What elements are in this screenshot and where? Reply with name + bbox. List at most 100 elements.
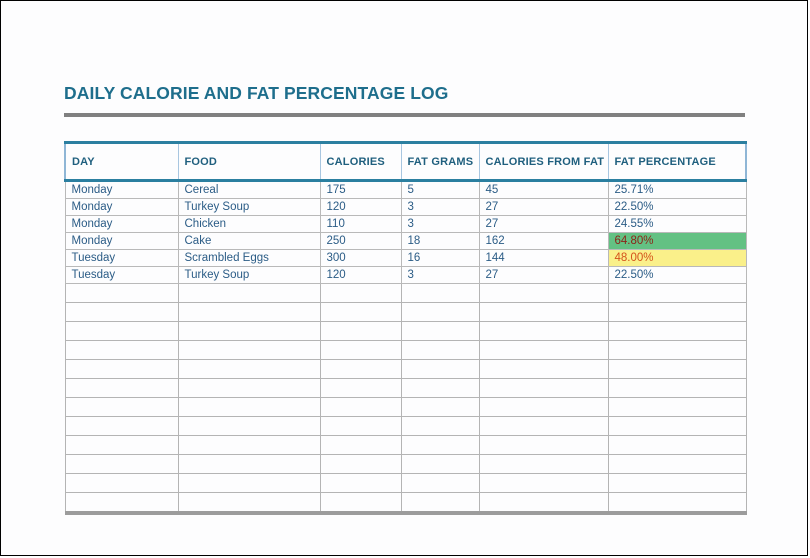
cell-day: Tuesday [64,249,179,267]
cell-empty [478,340,609,360]
cell-calories: 120 [319,198,402,216]
table-row-empty [64,321,747,341]
cell-fat-grams: 5 [400,180,480,199]
cell-empty [64,340,179,360]
cell-fat-grams: 16 [400,249,480,267]
column-header-day: DAY [64,141,179,182]
cell-empty [400,283,480,303]
cell-empty [64,302,179,322]
cell-empty [64,397,179,417]
cell-empty [607,283,747,303]
cell-empty [319,283,402,303]
cell-empty [64,283,179,303]
cell-empty [478,435,609,455]
cell-calories-from-fat: 144 [478,249,609,267]
cell-empty [607,416,747,436]
cell-empty [478,454,609,474]
cell-food: Cake [177,232,321,250]
cell-fat-grams: 3 [400,215,480,233]
table-header-row: DAY FOOD CALORIES FAT GRAMS CALORIES FRO… [64,141,747,182]
cell-fat-percentage: 24.55% [607,215,747,233]
column-header-calories: CALORIES [319,141,402,182]
cell-calories-from-fat: 162 [478,232,609,250]
cell-empty [64,359,179,379]
cell-empty [177,302,321,322]
cell-empty [319,492,402,515]
cell-empty [319,359,402,379]
cell-fat-grams: 18 [400,232,480,250]
table-row-empty [64,340,747,360]
title-divider-rule [64,113,745,117]
column-header-calories-from-fat: CALORIES FROM FAT [478,141,609,182]
cell-empty [319,473,402,493]
cell-empty [177,378,321,398]
daily-calorie-fat-log-table: DAY FOOD CALORIES FAT GRAMS CALORIES FRO… [64,141,747,515]
cell-empty [478,359,609,379]
cell-empty [607,454,747,474]
cell-empty [319,397,402,417]
cell-empty [400,416,480,436]
cell-empty [607,492,747,515]
cell-fat-percentage: 25.71% [607,180,747,199]
table-row-empty [64,397,747,417]
cell-empty [177,283,321,303]
cell-empty [607,321,747,341]
cell-empty [319,435,402,455]
cell-empty [478,321,609,341]
table-row-empty [64,454,747,474]
table-header: DAY FOOD CALORIES FAT GRAMS CALORIES FRO… [64,141,747,182]
cell-empty [400,454,480,474]
table-row-empty [64,492,747,515]
cell-empty [64,473,179,493]
cell-empty [64,378,179,398]
cell-empty [607,397,747,417]
table-row-empty [64,473,747,493]
column-header-fat-grams: FAT GRAMS [400,141,480,182]
cell-fat-grams: 3 [400,266,480,284]
log-table-container: DAY FOOD CALORIES FAT GRAMS CALORIES FRO… [64,141,747,515]
cell-calories: 250 [319,232,402,250]
cell-empty [478,416,609,436]
cell-calories-from-fat: 27 [478,215,609,233]
table-row-empty [64,359,747,379]
cell-empty [177,416,321,436]
table-row-empty [64,378,747,398]
cell-empty [177,473,321,493]
cell-empty [478,492,609,515]
cell-empty [400,321,480,341]
cell-empty [478,283,609,303]
cell-empty [177,435,321,455]
cell-empty [478,302,609,322]
cell-empty [177,492,321,515]
cell-empty [607,359,747,379]
table-row: Tuesday Turkey Soup 120 3 27 22.50% [64,266,747,284]
cell-empty [400,492,480,515]
page-title: DAILY CALORIE AND FAT PERCENTAGE LOG [64,83,449,103]
cell-empty [400,378,480,398]
cell-day: Tuesday [64,266,179,284]
cell-empty [607,378,747,398]
cell-empty [64,321,179,341]
document-page: DAILY CALORIE AND FAT PERCENTAGE LOG DAY… [0,0,808,556]
cell-empty [177,454,321,474]
cell-food: Scrambled Eggs [177,249,321,267]
cell-day: Monday [64,198,179,216]
cell-fat-percentage: 64.80% [607,232,747,250]
cell-empty [478,473,609,493]
cell-empty [400,435,480,455]
cell-empty [319,302,402,322]
table-row: Monday Chicken 110 3 27 24.55% [64,215,747,233]
cell-empty [400,302,480,322]
document-content: DAILY CALORIE AND FAT PERCENTAGE LOG DAY… [64,1,747,515]
cell-food: Turkey Soup [177,198,321,216]
cell-food: Turkey Soup [177,266,321,284]
cell-day: Monday [64,215,179,233]
cell-empty [177,359,321,379]
cell-empty [319,321,402,341]
cell-empty [478,397,609,417]
table-row-empty [64,435,747,455]
cell-fat-percentage: 22.50% [607,198,747,216]
table-body: Monday Cereal 175 5 45 25.71% Monday Turkey Sou… [64,180,747,515]
cell-day: Monday [64,180,179,199]
cell-calories-from-fat: 27 [478,266,609,284]
